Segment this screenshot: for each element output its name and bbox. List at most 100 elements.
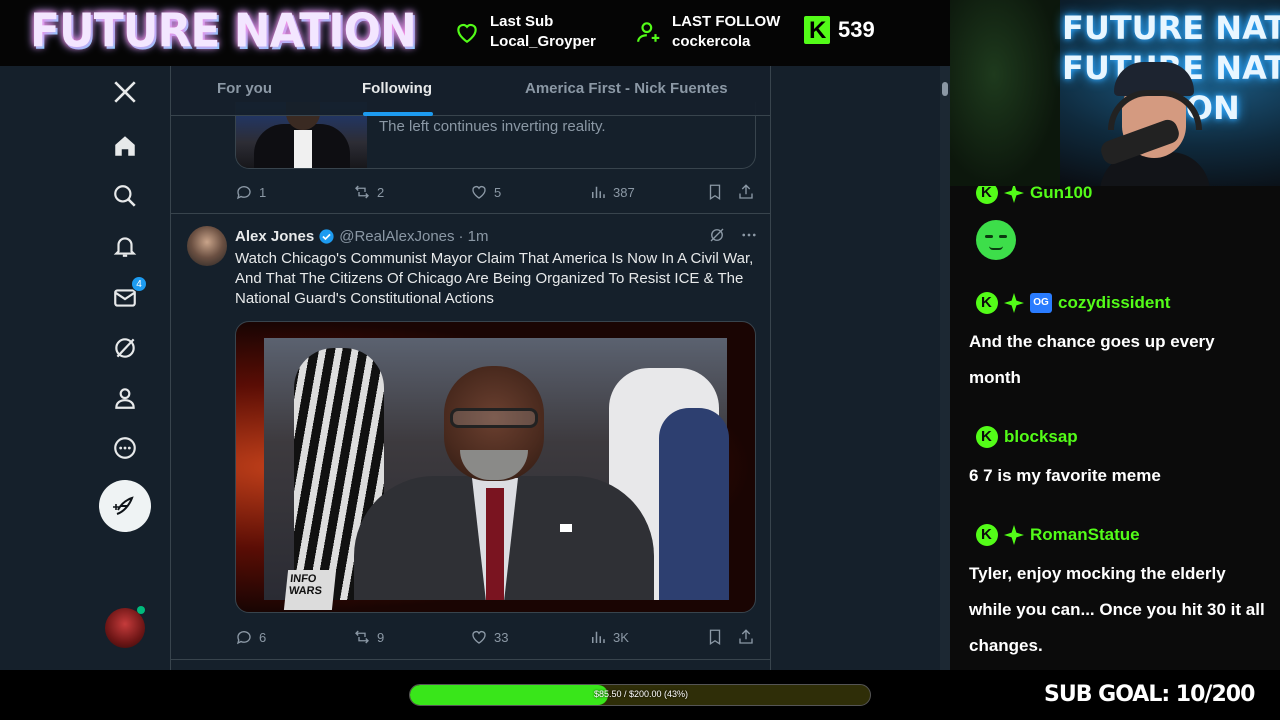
share-button[interactable] xyxy=(737,628,755,646)
kick-badge-icon xyxy=(976,186,998,204)
account-avatar[interactable] xyxy=(105,608,145,648)
timeline: For you Following America First - Nick F… xyxy=(170,66,771,670)
active-tab-indicator xyxy=(363,112,433,116)
user-plus-icon xyxy=(637,22,660,42)
views-count: 387 xyxy=(613,184,635,200)
last-sub-name: Local_Groyper xyxy=(490,33,596,50)
like-count: 33 xyxy=(494,629,509,645)
stream-chat: Gun100 OG cozydissident And the chance g… xyxy=(950,186,1280,670)
chat-username[interactable]: OG cozydissident xyxy=(976,292,1170,314)
donation-goal-text: $85.50 / $200.00 (43%) xyxy=(593,689,689,699)
stream-bottom-bar: $85.50 / $200.00 (43%) SUB GOAL: 10/200 xyxy=(0,670,1280,720)
online-indicator xyxy=(137,606,145,614)
last-follow-label: LAST FOLLOW xyxy=(672,13,781,30)
compose-post-button[interactable] xyxy=(99,480,151,532)
like-count: 5 xyxy=(494,184,502,200)
tweet-author-avatar[interactable] xyxy=(187,226,227,266)
kick-badge-icon xyxy=(976,524,998,546)
bookmark-button[interactable] xyxy=(706,628,724,646)
home-icon[interactable] xyxy=(111,132,139,160)
last-sub-widget: Last Sub Local_Groyper xyxy=(454,12,596,52)
tweet-actions: 1 2 5 387 xyxy=(235,183,756,203)
chat-emote xyxy=(976,220,1016,260)
repost-button[interactable]: 2 xyxy=(353,183,384,201)
stream-top-bar: FUTURE NATION Last Sub Local_Groyper LAS… xyxy=(0,0,950,66)
heart-icon xyxy=(457,23,477,44)
like-button[interactable]: 33 xyxy=(470,628,508,646)
left-nav: 4 xyxy=(95,66,155,670)
kick-follower-count: 539 xyxy=(804,16,875,45)
repost-count: 2 xyxy=(377,184,385,200)
last-sub-label: Last Sub xyxy=(490,13,554,30)
grok-icon[interactable] xyxy=(111,334,139,362)
repost-icon xyxy=(355,185,369,199)
tweet-divider xyxy=(171,213,770,214)
quill-icon xyxy=(113,496,134,515)
bookmark-icon xyxy=(709,629,721,646)
chat-message: And the chance goes up every month xyxy=(969,332,1215,387)
search-icon[interactable] xyxy=(111,182,139,210)
webcam-feed: FUTURE NATION FUTURE NATION TION xyxy=(950,0,1280,186)
tweet-tools xyxy=(708,226,758,244)
subscriber-badge-icon xyxy=(1004,525,1024,545)
heart-icon xyxy=(472,186,486,199)
timeline-tabs: For you Following America First - Nick F… xyxy=(171,66,770,116)
og-badge-icon: OG xyxy=(1030,293,1052,313)
donation-goal-bar: $85.50 / $200.00 (43%) xyxy=(409,684,871,706)
repost-button[interactable]: 9 xyxy=(353,628,384,646)
views-button[interactable]: 387 xyxy=(589,183,635,201)
tab-list-america-first[interactable]: America First - Nick Fuentes xyxy=(525,80,728,97)
subscriber-badge-icon xyxy=(1004,293,1024,313)
kick-logo-icon xyxy=(804,16,830,45)
repost-icon xyxy=(355,630,369,644)
views-button[interactable]: 3K xyxy=(589,628,629,646)
subscriber-badge-icon xyxy=(1004,186,1024,203)
verified-badge-icon xyxy=(319,229,334,244)
quoted-tweet-text: The left continues inverting reality. xyxy=(379,118,606,135)
reply-button[interactable]: 1 xyxy=(235,183,266,201)
more-options-icon[interactable] xyxy=(740,226,758,244)
more-icon[interactable] xyxy=(111,434,139,462)
x-logo-icon[interactable] xyxy=(111,78,139,106)
reply-button[interactable]: 6 xyxy=(235,628,266,646)
chat-message: Tyler, enjoy mocking the elderly while y… xyxy=(969,564,1265,655)
infowars-logo: INFO WARS xyxy=(283,570,337,610)
chat-username[interactable]: Gun100 xyxy=(976,186,1092,204)
tab-for-you[interactable]: For you xyxy=(217,80,272,97)
scrollbar-thumb[interactable] xyxy=(942,82,948,96)
last-follow-widget: LAST FOLLOW cockercola xyxy=(636,12,780,52)
like-button[interactable]: 5 xyxy=(470,183,501,201)
reply-count: 6 xyxy=(259,629,267,645)
views-chart-icon xyxy=(592,186,605,198)
kick-count-value: 539 xyxy=(838,17,875,42)
views-count: 3K xyxy=(613,629,629,645)
page-scrollbar[interactable] xyxy=(940,66,950,670)
repost-count: 9 xyxy=(377,629,385,645)
bell-icon[interactable] xyxy=(111,232,139,260)
grok-icon[interactable] xyxy=(708,226,726,244)
bookmark-button[interactable] xyxy=(706,183,724,201)
chat-message: 6 7 is my favorite meme xyxy=(969,466,1161,485)
share-button[interactable] xyxy=(737,183,755,201)
share-icon xyxy=(739,184,753,199)
kick-badge-icon xyxy=(976,292,998,314)
profile-icon[interactable] xyxy=(111,384,139,412)
tweet-actions: 6 9 33 3K xyxy=(235,628,756,648)
tweet-divider xyxy=(171,659,770,660)
tweet-video[interactable]: INFO WARS xyxy=(235,321,756,613)
chat-username[interactable]: RomanStatue xyxy=(976,524,1140,546)
chat-username[interactable]: blocksap xyxy=(976,426,1078,448)
messages-badge: 4 xyxy=(131,276,147,292)
share-icon xyxy=(739,629,753,644)
sub-goal-counter: SUB GOAL: 10/200 xyxy=(1044,682,1255,707)
views-chart-icon xyxy=(592,631,605,643)
tweet-timestamp[interactable]: · 1m xyxy=(459,228,489,245)
messages-icon[interactable]: 4 xyxy=(111,276,147,312)
tab-following[interactable]: Following xyxy=(362,80,432,97)
heart-icon xyxy=(472,631,486,644)
reply-icon xyxy=(236,631,251,645)
tweet-author-handle[interactable]: @RealAlexJones xyxy=(339,228,454,245)
video-frame: INFO WARS xyxy=(264,338,729,610)
tweet-author-name[interactable]: Alex Jones xyxy=(235,228,314,245)
last-follow-name: cockercola xyxy=(672,33,751,50)
